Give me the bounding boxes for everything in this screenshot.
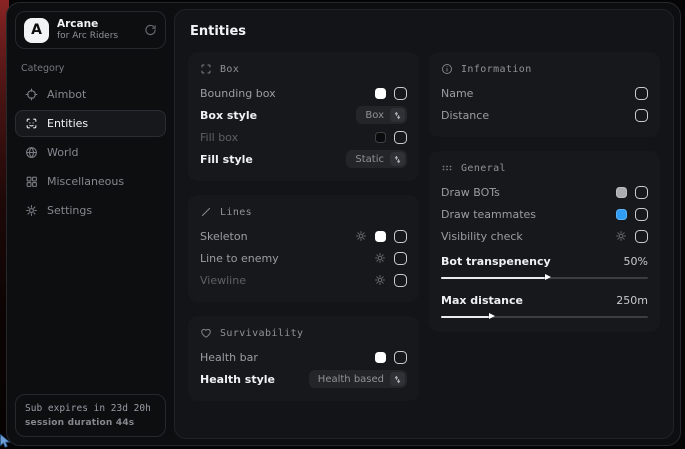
sidebar: A Arcane for Arc Riders Category Aimbot	[7, 3, 174, 445]
panel-lines: Lines Skeleton	[188, 195, 419, 302]
panel-title: General	[461, 163, 506, 174]
lines-icon	[200, 206, 212, 218]
app-title: Arcane	[57, 18, 136, 31]
fill-box-checkbox[interactable]	[394, 131, 407, 144]
main-content: Entities Box Bounding box	[174, 9, 674, 439]
aimbot-icon	[25, 88, 38, 101]
line-to-enemy-checkbox[interactable]	[394, 252, 407, 265]
left-column: Box Bounding box Box style Box	[188, 52, 419, 401]
setting-row-health-bar[interactable]: Health bar	[200, 346, 407, 368]
sidebar-item-label: World	[47, 146, 79, 159]
sidebar-nav: Aimbot Entities	[15, 81, 166, 224]
slider-value: 250m	[616, 294, 648, 307]
panel-box: Box Bounding box Box style Box	[188, 52, 419, 181]
gear-icon[interactable]	[374, 274, 386, 286]
name-checkbox[interactable]	[635, 87, 648, 100]
right-column: Information Name Distance	[429, 52, 660, 332]
avatar: A	[24, 18, 49, 43]
viewline-checkbox[interactable]	[394, 274, 407, 287]
skeleton-checkbox[interactable]	[394, 230, 407, 243]
bot-transparency-group: Bot transpenency 50%	[441, 252, 648, 282]
setting-row-draw-bots[interactable]: Draw BOTs	[441, 181, 648, 203]
setting-row-health-style[interactable]: Health style Health based	[200, 368, 407, 390]
setting-row-visibility-check[interactable]: Visibility check	[441, 225, 648, 247]
bounding-box-checkbox[interactable]	[394, 87, 407, 100]
entities-icon	[25, 117, 38, 130]
setting-row-distance[interactable]: Distance	[441, 104, 648, 126]
survivability-icon	[200, 327, 212, 339]
setting-row-fill-box[interactable]: Fill box	[200, 126, 407, 148]
category-label: Category	[21, 63, 166, 74]
sidebar-item-entities[interactable]: Entities	[15, 110, 166, 137]
panel-general: General Draw BOTs Draw teammates	[429, 151, 660, 332]
setting-row-draw-teammates[interactable]: Draw teammates	[441, 203, 648, 225]
health-bar-checkbox[interactable]	[394, 351, 407, 364]
box-icon	[200, 63, 212, 75]
color-swatch[interactable]	[375, 352, 386, 363]
sidebar-item-label: Aimbot	[47, 88, 86, 101]
sidebar-item-miscellaneous[interactable]: Miscellaneous	[15, 168, 166, 195]
draw-teammates-checkbox[interactable]	[635, 208, 648, 221]
health-style-dropdown[interactable]: Health based	[309, 370, 407, 388]
max-distance-slider[interactable]	[441, 312, 648, 321]
gear-icon[interactable]	[374, 252, 386, 264]
gear-icon[interactable]	[355, 230, 367, 242]
slider-label: Max distance	[441, 294, 616, 307]
app-subtitle: for Arc Riders	[57, 31, 136, 42]
sidebar-item-aimbot[interactable]: Aimbot	[15, 81, 166, 108]
setting-row-name[interactable]: Name	[441, 82, 648, 104]
color-swatch[interactable]	[375, 231, 386, 242]
sidebar-item-label: Entities	[47, 117, 88, 130]
fill-style-dropdown[interactable]: Static	[346, 150, 407, 168]
setting-row-skeleton[interactable]: Skeleton	[200, 225, 407, 247]
setting-row-bounding-box[interactable]: Bounding box	[200, 82, 407, 104]
chevrons-updown-icon	[390, 372, 405, 386]
sync-icon[interactable]	[144, 24, 157, 37]
visibility-check-checkbox[interactable]	[635, 230, 648, 243]
brand-card: A Arcane for Arc Riders	[15, 11, 166, 49]
miscellaneous-icon	[25, 175, 38, 188]
page-title: Entities	[190, 24, 660, 39]
panel-title: Box	[220, 64, 239, 75]
mouse-cursor	[0, 434, 11, 448]
setting-row-fill-style[interactable]: Fill style Static	[200, 148, 407, 170]
chevrons-updown-icon	[390, 108, 405, 122]
bot-transparency-slider[interactable]	[441, 273, 648, 282]
color-swatch[interactable]	[616, 187, 627, 198]
app-window: A Arcane for Arc Riders Category Aimbot	[6, 2, 681, 446]
general-icon	[441, 162, 453, 174]
panel-survivability: Survivability Health bar Health style	[188, 316, 419, 401]
color-swatch[interactable]	[375, 132, 386, 143]
panel-information: Information Name Distance	[429, 52, 660, 137]
sidebar-item-label: Settings	[47, 204, 92, 217]
subscription-expiry: Sub expires in 23d 20h	[25, 402, 156, 416]
information-icon	[441, 63, 453, 75]
setting-row-box-style[interactable]: Box style Box	[200, 104, 407, 126]
slider-value: 50%	[624, 255, 648, 268]
panel-title: Information	[461, 64, 532, 75]
world-icon	[25, 146, 38, 159]
color-swatch[interactable]	[375, 88, 386, 99]
session-duration: session duration 44s	[25, 417, 156, 431]
slider-fill[interactable]	[441, 277, 545, 279]
setting-row-viewline[interactable]: Viewline	[200, 269, 407, 291]
sidebar-item-label: Miscellaneous	[47, 175, 124, 188]
subscription-card: Sub expires in 23d 20h session duration …	[15, 394, 166, 437]
box-style-dropdown[interactable]: Box	[356, 106, 407, 124]
gear-icon[interactable]	[615, 230, 627, 242]
setting-row-line-to-enemy[interactable]: Line to enemy	[200, 247, 407, 269]
slider-fill[interactable]	[441, 316, 489, 318]
panel-title: Survivability	[220, 328, 303, 339]
panel-title: Lines	[220, 207, 252, 218]
sidebar-item-settings[interactable]: Settings	[15, 197, 166, 224]
sidebar-item-world[interactable]: World	[15, 139, 166, 166]
chevrons-updown-icon	[390, 152, 405, 166]
max-distance-group: Max distance 250m	[441, 291, 648, 321]
draw-bots-checkbox[interactable]	[635, 186, 648, 199]
brand-text: Arcane for Arc Riders	[57, 18, 136, 42]
slider-label: Bot transpenency	[441, 255, 624, 268]
distance-checkbox[interactable]	[635, 109, 648, 122]
settings-icon	[25, 204, 38, 217]
color-swatch[interactable]	[616, 209, 627, 220]
